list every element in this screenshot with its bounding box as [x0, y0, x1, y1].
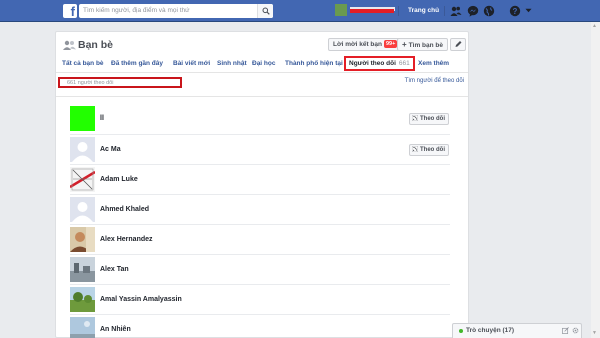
new-message-icon[interactable]: [562, 327, 569, 334]
follower-name[interactable]: Alex Tan: [100, 266, 129, 273]
followers-list: ll Theo dõi Ac Ma Theo dõi Adam Luke Ahm…: [70, 104, 450, 338]
followers-count: 661 người theo dõi: [67, 80, 114, 86]
follow-label: Theo dõi: [420, 147, 445, 153]
tab-new-posts[interactable]: Bài viết mới: [173, 60, 210, 67]
pencil-icon: [455, 41, 462, 47]
top-navigation-bar: f Tìm kiếm người, địa điểm và mọi thứ Tr…: [0, 0, 600, 22]
friends-panel: Bạn bè Lời mời kết bạn 99+ + Tìm bạn bè Tấ…: [55, 31, 469, 338]
tab-followers-label: Người theo dõi: [349, 60, 396, 67]
page-title: Bạn bè: [78, 39, 114, 51]
scroll-down-arrow-icon[interactable]: ▼: [592, 330, 597, 336]
avatar[interactable]: [70, 257, 95, 282]
tab-followers-count: 661: [398, 60, 410, 67]
facebook-logo[interactable]: f: [63, 4, 77, 18]
avatar[interactable]: [70, 287, 95, 312]
find-friends-button[interactable]: + Tìm bạn bè: [397, 38, 448, 51]
friends-icon[interactable]: [450, 5, 462, 17]
tab-college[interactable]: Đại học: [252, 60, 275, 67]
list-item: Alex Tan: [70, 254, 450, 284]
landscape-photo-icon: [70, 257, 95, 282]
follower-name[interactable]: Alex Hernandez: [100, 236, 153, 243]
friends-tab-bar: Tất cả bạn bè Đã thêm gần đây Bài viết m…: [56, 55, 468, 73]
search-button[interactable]: [257, 4, 273, 18]
list-item: Ahmed Khaled: [70, 194, 450, 224]
follower-name[interactable]: Ahmed Khaled: [100, 206, 149, 213]
list-item: Alex Hernandez: [70, 224, 450, 254]
nature-photo-icon: [70, 287, 95, 312]
friends-icon: [63, 40, 76, 50]
globe-icon[interactable]: [483, 5, 495, 17]
follower-name[interactable]: ll: [100, 115, 104, 122]
tab-see-more[interactable]: Xem thêm: [418, 60, 449, 67]
chat-sidebar-toggle[interactable]: Trò chuyện (17): [452, 323, 582, 338]
help-icon[interactable]: ?: [509, 5, 521, 17]
follower-name[interactable]: Amal Yassin Amalyassin: [100, 296, 182, 303]
tab-all-friends[interactable]: Tất cả bạn bè: [62, 60, 104, 67]
list-item: ll Theo dõi: [70, 104, 450, 134]
find-friends-label: Tìm bạn bè: [408, 42, 443, 49]
avatar[interactable]: [70, 197, 95, 222]
online-status-dot: [459, 329, 463, 333]
list-item: Amal Yassin Amalyassin: [70, 284, 450, 314]
avatar[interactable]: [70, 167, 95, 192]
rss-icon: [411, 145, 419, 153]
portrait-photo-icon: [70, 227, 95, 252]
avatar[interactable]: [70, 137, 95, 162]
find-people-to-follow-link[interactable]: Tìm người để theo dõi: [405, 78, 464, 84]
gear-icon[interactable]: [572, 327, 579, 334]
tab-followers[interactable]: Người theo dõi 661: [344, 56, 415, 71]
search-icon: [262, 7, 270, 15]
default-avatar-icon: [70, 197, 95, 222]
follower-name[interactable]: An Nhiên: [100, 326, 131, 333]
list-item: Ac Ma Theo dõi: [70, 134, 450, 164]
follower-name[interactable]: Adam Luke: [100, 176, 138, 183]
follow-button[interactable]: Theo dõi: [409, 113, 449, 125]
tab-current-city[interactable]: Thành phố hiện tại: [285, 60, 343, 67]
list-item: Adam Luke: [70, 164, 450, 194]
tab-recently-added[interactable]: Đã thêm gần đây: [111, 60, 163, 67]
follow-label: Theo dõi: [420, 116, 445, 122]
default-avatar-icon: [70, 137, 95, 162]
follower-name[interactable]: Ac Ma: [100, 146, 121, 153]
diagram-photo-icon: [70, 167, 95, 192]
plus-icon: +: [402, 40, 407, 49]
search-placeholder: Tìm kiếm người, địa điểm và mọi thứ: [83, 7, 190, 14]
profile-avatar[interactable]: [335, 4, 347, 16]
avatar[interactable]: [70, 317, 95, 338]
list-item: An Nhiên: [70, 314, 450, 338]
search-input[interactable]: Tìm kiếm người, địa điểm và mọi thứ: [79, 4, 273, 18]
svg-text:?: ?: [513, 7, 518, 16]
friend-requests-button[interactable]: Lời mời kết bạn 99+: [328, 38, 403, 51]
messenger-icon[interactable]: [467, 5, 479, 17]
page-scrollbar[interactable]: [591, 22, 600, 338]
followers-count-highlight: 661 người theo dõi: [58, 77, 182, 88]
avatar[interactable]: [70, 227, 95, 252]
chevron-down-icon[interactable]: [525, 7, 532, 14]
nav-divider: [398, 6, 399, 16]
tab-birthdays[interactable]: Sinh nhật: [217, 60, 247, 67]
scroll-up-arrow-icon[interactable]: ▲: [592, 23, 597, 29]
home-link[interactable]: Trang chủ: [408, 7, 439, 14]
followers-summary-row: 661 người theo dõi Tìm người để theo dõi: [56, 73, 468, 97]
avatar[interactable]: [70, 106, 95, 131]
sky-photo-icon: [70, 317, 95, 338]
chat-label: Trò chuyện (17): [466, 327, 515, 334]
friend-requests-label: Lời mời kết bạn: [333, 41, 382, 48]
notification-badge: 99+: [383, 40, 398, 48]
follow-button[interactable]: Theo dõi: [409, 144, 449, 156]
name-redaction-mark: [350, 9, 394, 13]
edit-button[interactable]: [450, 38, 466, 51]
rss-icon: [411, 114, 419, 122]
nav-divider: [444, 6, 445, 16]
